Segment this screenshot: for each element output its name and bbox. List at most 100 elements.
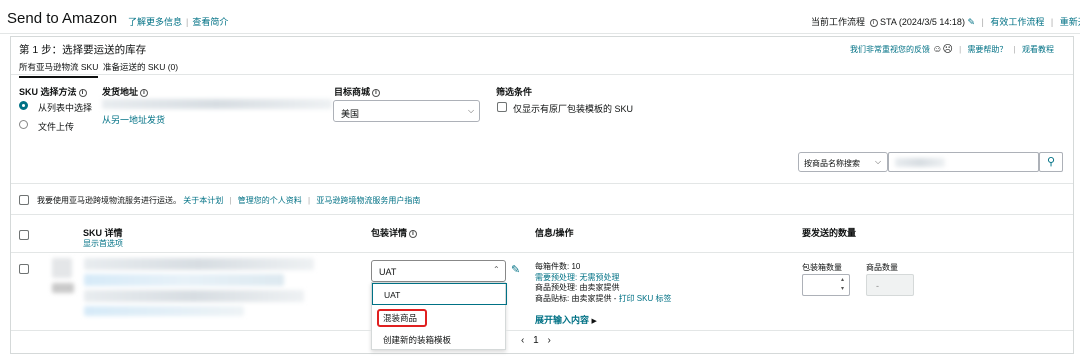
chevron-down-icon: ⌵ — [875, 157, 882, 166]
mixed-product-highlight: 混装商品 — [377, 309, 428, 327]
separator: | — [229, 196, 232, 205]
chevron-up-icon: ⌃ — [493, 265, 500, 274]
search-icon: ⚲ — [1046, 156, 1056, 168]
radio-label-upload: 文件上传 — [38, 122, 75, 132]
pagination: ‹ 1 › — [521, 335, 551, 346]
current-workflow-label: 当前工作流程 — [811, 17, 866, 27]
row-checkbox[interactable] — [19, 264, 29, 274]
info-icon: i — [372, 89, 381, 97]
current-workflow-value: STA (2024/3/5 14:18) — [880, 17, 965, 27]
divider — [11, 183, 1073, 184]
box-qty-label: 包装箱数量 — [802, 263, 842, 272]
marketplace-label: 目标商城 i — [334, 85, 381, 98]
separator: | — [186, 17, 189, 27]
edit-pencil-icon[interactable]: ✎ — [511, 263, 520, 276]
product-title-redacted — [84, 258, 314, 270]
expand-input-link[interactable]: 展开输入内容 ▶ — [535, 313, 597, 326]
dropdown-option-create-new[interactable]: 创建新的装箱模板 — [372, 329, 507, 351]
prep-required-value[interactable]: 无需预处理 — [579, 273, 619, 282]
workflow-status: 当前工作流程 i STA (2024/3/5 14:18) ✎ | 有效工作流程… — [811, 15, 1080, 28]
frown-icon[interactable]: ☹ — [942, 44, 952, 55]
sku-method-label: SKU 选择方法 i — [19, 85, 87, 98]
original-packaging-label: 仅显示有原厂包装模板的 SKU — [513, 104, 634, 114]
divider — [506, 330, 1073, 331]
radio-select-from-list[interactable] — [19, 101, 28, 110]
manage-profile-link[interactable]: 管理您的个人资料 — [238, 196, 302, 205]
tab-all-fba-sku[interactable]: 所有亚马逊物流 SKU — [19, 61, 99, 78]
info-icon: i — [409, 230, 418, 238]
radio-file-upload[interactable] — [19, 120, 28, 129]
search-type-select[interactable]: 按商品名称搜索 ⌵ — [798, 152, 888, 172]
packing-template-value: UAT — [379, 267, 397, 277]
prep-required-line: 需要预处理: 无需预处理 — [535, 273, 671, 284]
info-icon: i — [78, 89, 87, 97]
need-help-link[interactable]: 需要帮助？ — [967, 45, 1007, 54]
prep-line: 商品预处理: 由卖家提供 — [535, 283, 620, 292]
separator: | — [308, 196, 311, 205]
restart-link[interactable]: 重新开始 — [1060, 17, 1080, 27]
packing-template-select[interactable]: UAT ⌃ — [371, 260, 506, 282]
prev-page-icon[interactable]: ‹ — [521, 335, 524, 346]
help-links: 我们非常重视您的反馈 ☺☹ | 需要帮助？ | 观看教程 — [850, 44, 1054, 55]
watch-tutorial-link[interactable]: 观看教程 — [1022, 45, 1054, 54]
label-line: 商品贴标: 由卖家提供 - 打印 SKU 标签 — [535, 293, 672, 303]
marketplace-value: 美国 — [341, 109, 360, 119]
select-all-checkbox[interactable] — [19, 230, 29, 240]
print-sku-label-link[interactable]: 打印 SKU 标签 — [619, 294, 672, 303]
ship-from-another-link[interactable]: 从另一地址发货 — [102, 113, 165, 126]
play-icon: ▶ — [591, 318, 597, 325]
page-header: Send to Amazon 了解更多信息 | 查看简介 当前工作流程 i STA … — [0, 0, 1080, 34]
units-per-box: 每箱件数: 10 — [535, 262, 581, 271]
user-guide-link[interactable]: 亚马逊跨境物流服务用户指南 — [316, 196, 420, 205]
feedback-link[interactable]: 我们非常重视您的反馈 — [850, 45, 930, 54]
view-intro-link[interactable]: 查看简介 — [192, 17, 228, 27]
unit-qty-field: - — [866, 274, 914, 296]
page-title: Send to Amazon — [7, 10, 118, 27]
filter-label: 筛选条件 — [496, 87, 533, 97]
stepper-up-icon[interactable]: ▴ — [841, 276, 844, 283]
stepper-down-icon[interactable]: ▾ — [841, 285, 844, 292]
separator: | — [1050, 17, 1054, 27]
cross-border-program-checkbox[interactable] — [19, 195, 29, 205]
smile-icon[interactable]: ☺ — [932, 44, 942, 55]
box-qty-stepper[interactable]: ▴ ▾ — [802, 274, 850, 296]
active-workflows-link[interactable]: 有效工作流程 — [990, 17, 1044, 27]
learn-more-link[interactable]: 了解更多信息 — [128, 17, 182, 27]
info-block: 每箱件数: 10 需要预处理: 无需预处理 商品预处理: 由卖家提供 商品贴标:… — [535, 262, 671, 304]
info-icon: i — [140, 89, 149, 97]
ship-from-label: 发货地址 i — [102, 85, 149, 98]
marketplace-select[interactable]: 美国 ⌵ — [333, 100, 480, 122]
about-program-link[interactable]: 关于本计划 — [183, 196, 223, 205]
col-packing-details: 包装详情 i — [371, 226, 418, 239]
radio-label-list: 从列表中选择 — [38, 103, 93, 113]
unit-qty-label: 商品数量 — [866, 263, 898, 272]
search-value-redacted — [895, 158, 945, 167]
separator: | — [981, 17, 984, 27]
divider — [11, 214, 1073, 215]
product-fnsku-redacted — [84, 306, 244, 316]
separator: | — [1013, 45, 1016, 54]
step-title: 第 1 步：选择要运送的库存 — [19, 44, 147, 56]
prep-required-link[interactable]: 需要预处理: — [535, 273, 577, 282]
pencil-icon[interactable]: ✎ — [967, 17, 975, 27]
divider — [11, 252, 1073, 253]
packing-template-dropdown: UAT 混装商品 创建新的装箱模板 — [371, 282, 507, 351]
search-button[interactable]: ⚲ — [1039, 152, 1063, 172]
dropdown-option-mixed[interactable]: 混装商品 — [372, 307, 507, 329]
product-sku-redacted — [84, 274, 284, 286]
unit-qty-placeholder: - — [876, 281, 879, 291]
tab-ready-sku[interactable]: 准备运送的 SKU (0) — [103, 61, 178, 73]
program-row: 我要使用亚马逊跨境物流服务进行运送。 关于本计划 | 管理您的个人资料 | 亚马… — [37, 195, 420, 206]
next-page-icon[interactable]: › — [547, 335, 550, 346]
divider — [11, 330, 371, 331]
header-links: 了解更多信息 | 查看简介 — [128, 15, 228, 28]
original-packaging-checkbox[interactable] — [497, 102, 507, 112]
dropdown-option-uat[interactable]: UAT — [372, 283, 507, 305]
product-image-redacted — [52, 258, 72, 278]
show-preferences-link[interactable]: 显示首选项 — [83, 238, 123, 249]
search-type-value: 按商品名称搜索 — [804, 159, 860, 168]
page-number[interactable]: 1 — [527, 335, 545, 346]
col-quantity: 要发送的数量 — [802, 228, 857, 238]
search-input[interactable] — [888, 152, 1039, 172]
ship-from-address-redacted — [102, 99, 332, 109]
